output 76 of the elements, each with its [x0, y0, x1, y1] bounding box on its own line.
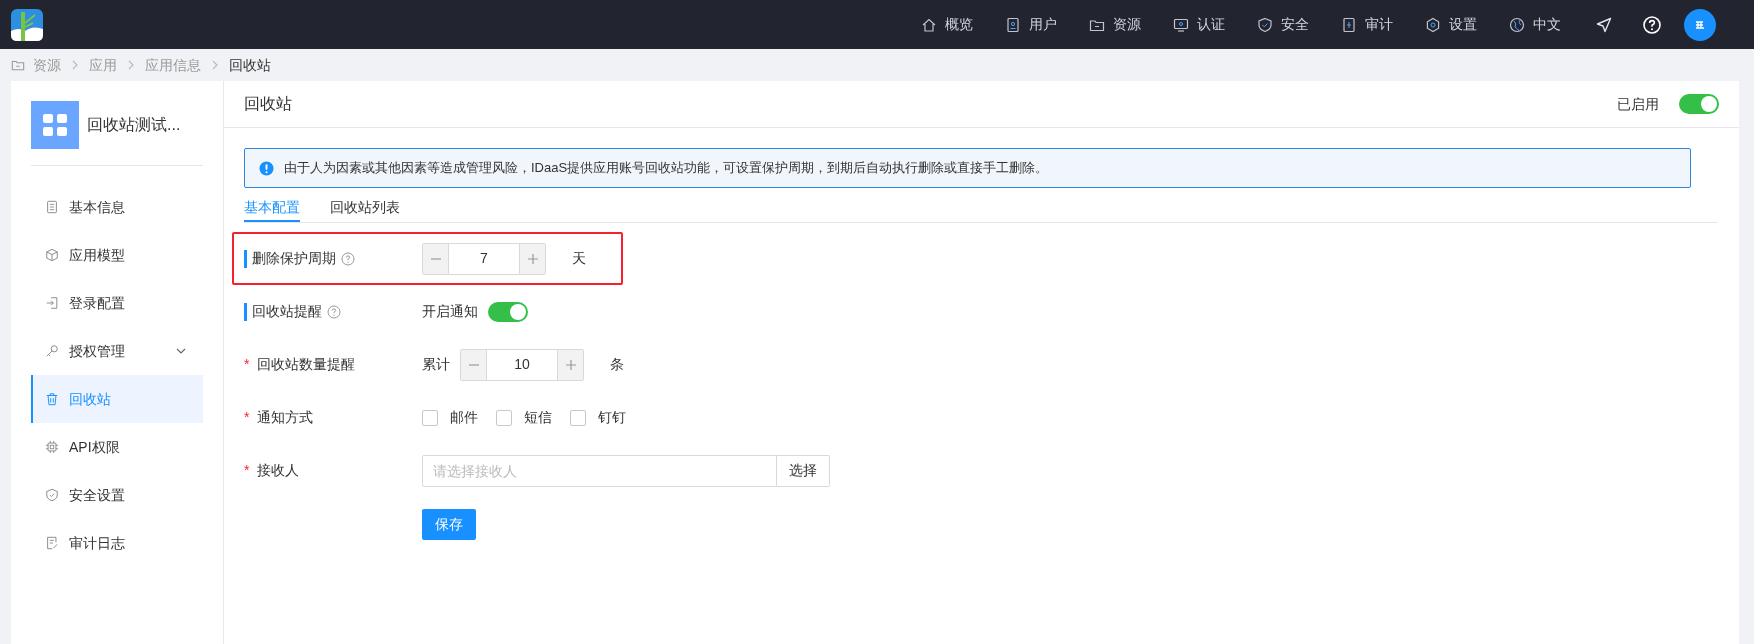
shield-icon — [1257, 16, 1273, 33]
send-icon — [1596, 16, 1612, 33]
nav-link[interactable]: 用户 — [1029, 14, 1057, 35]
home-icon — [921, 16, 937, 33]
sidebar-item[interactable]: API权限 — [31, 423, 203, 471]
increment-button[interactable] — [519, 243, 545, 274]
login-icon — [45, 296, 59, 310]
info-icon — [259, 160, 274, 176]
panel-title: 回收站 — [244, 94, 292, 114]
toggle-switch[interactable] — [488, 301, 528, 322]
sidebar-item[interactable]: 基本信息 — [31, 183, 203, 231]
cube-icon — [45, 248, 59, 262]
checkbox[interactable] — [422, 409, 438, 426]
checkbox[interactable] — [570, 409, 586, 426]
globe-icon — [1509, 16, 1525, 33]
trash-icon — [45, 392, 59, 406]
document-icon — [1341, 16, 1357, 33]
app-grid-icon — [31, 101, 79, 149]
required-mark: * — [244, 408, 251, 427]
field-text: 累计 — [422, 355, 450, 374]
nav-link[interactable]: 中文 — [1533, 14, 1561, 35]
shield-check-icon — [45, 488, 59, 502]
user-card-icon — [1005, 16, 1021, 33]
stepper-value: 7 — [479, 249, 489, 268]
document-icon — [45, 200, 59, 214]
tab[interactable]: 回收站列表 — [330, 194, 400, 222]
increment-button[interactable] — [557, 349, 583, 380]
nav-link[interactable]: 资源 — [1113, 14, 1141, 35]
sidebar-item[interactable]: 登录配置 — [31, 279, 203, 327]
number-stepper[interactable]: 7 — [422, 242, 546, 275]
sidebar-item[interactable]: 授权管理 — [31, 327, 203, 375]
unit-text: 天 — [572, 249, 586, 268]
unit-text: 条 — [610, 355, 624, 374]
plus-icon — [564, 358, 577, 371]
number-stepper[interactable]: 10 — [460, 348, 584, 381]
nav-link[interactable]: 审计 — [1365, 14, 1393, 35]
checkbox-label: 短信 — [524, 408, 552, 427]
avatar-glyph-icon — [1694, 18, 1706, 31]
avatar[interactable] — [1684, 8, 1716, 41]
required-mark: * — [244, 461, 251, 480]
bamboo-logo-icon — [11, 8, 43, 41]
monitor-icon — [1173, 16, 1189, 33]
field-label: 回收站提醒 — [252, 302, 322, 321]
input-field[interactable]: 请选择接收人 — [422, 454, 777, 487]
status-label: 已启用 — [1617, 94, 1659, 114]
nav-link[interactable]: 安全 — [1281, 14, 1309, 35]
sidebar-item[interactable]: 应用模型 — [31, 231, 203, 279]
decrement-button[interactable] — [461, 349, 487, 380]
app-name: 回收站测试... — [87, 115, 181, 135]
alert-text: 由于人为因素或其他因素等造成管理风险，IDaaS提供应用账号回收站功能，可设置保护周期，到期后自动执行删除或直接手工删除。 — [284, 159, 1049, 178]
edit-document-icon — [45, 536, 59, 550]
nav-link[interactable]: 认证 — [1197, 14, 1225, 35]
switch-label: 开启通知 — [422, 302, 478, 321]
key-icon — [45, 344, 59, 358]
plus-icon — [526, 252, 539, 265]
help-icon — [1643, 15, 1661, 34]
settings-icon — [1425, 16, 1441, 33]
stepper-value: 10 — [513, 355, 531, 374]
decrement-button[interactable] — [423, 243, 449, 274]
nav-link[interactable]: 概览 — [945, 14, 973, 35]
nav-link[interactable]: 设置 — [1449, 14, 1477, 35]
field-label: 回收站数量提醒 — [257, 355, 355, 374]
folder-icon — [11, 58, 25, 72]
checkbox-label: 钉钉 — [598, 408, 626, 427]
field-label: 删除保护周期 — [252, 249, 336, 268]
toggle-switch[interactable] — [1679, 94, 1719, 114]
select-button[interactable]: 选择 — [777, 454, 830, 487]
sidebar-item[interactable]: 安全设置 — [31, 471, 203, 519]
checkbox-label: 邮件 — [450, 408, 478, 427]
checkbox[interactable] — [496, 409, 512, 426]
field-label: 通知方式 — [257, 408, 313, 427]
chip-icon — [45, 440, 59, 454]
field-label: 接收人 — [257, 461, 299, 480]
required-mark: * — [244, 355, 251, 374]
sidebar-item[interactable]: 审计日志 — [31, 519, 203, 567]
breadcrumb-current: 回收站 — [229, 55, 271, 75]
